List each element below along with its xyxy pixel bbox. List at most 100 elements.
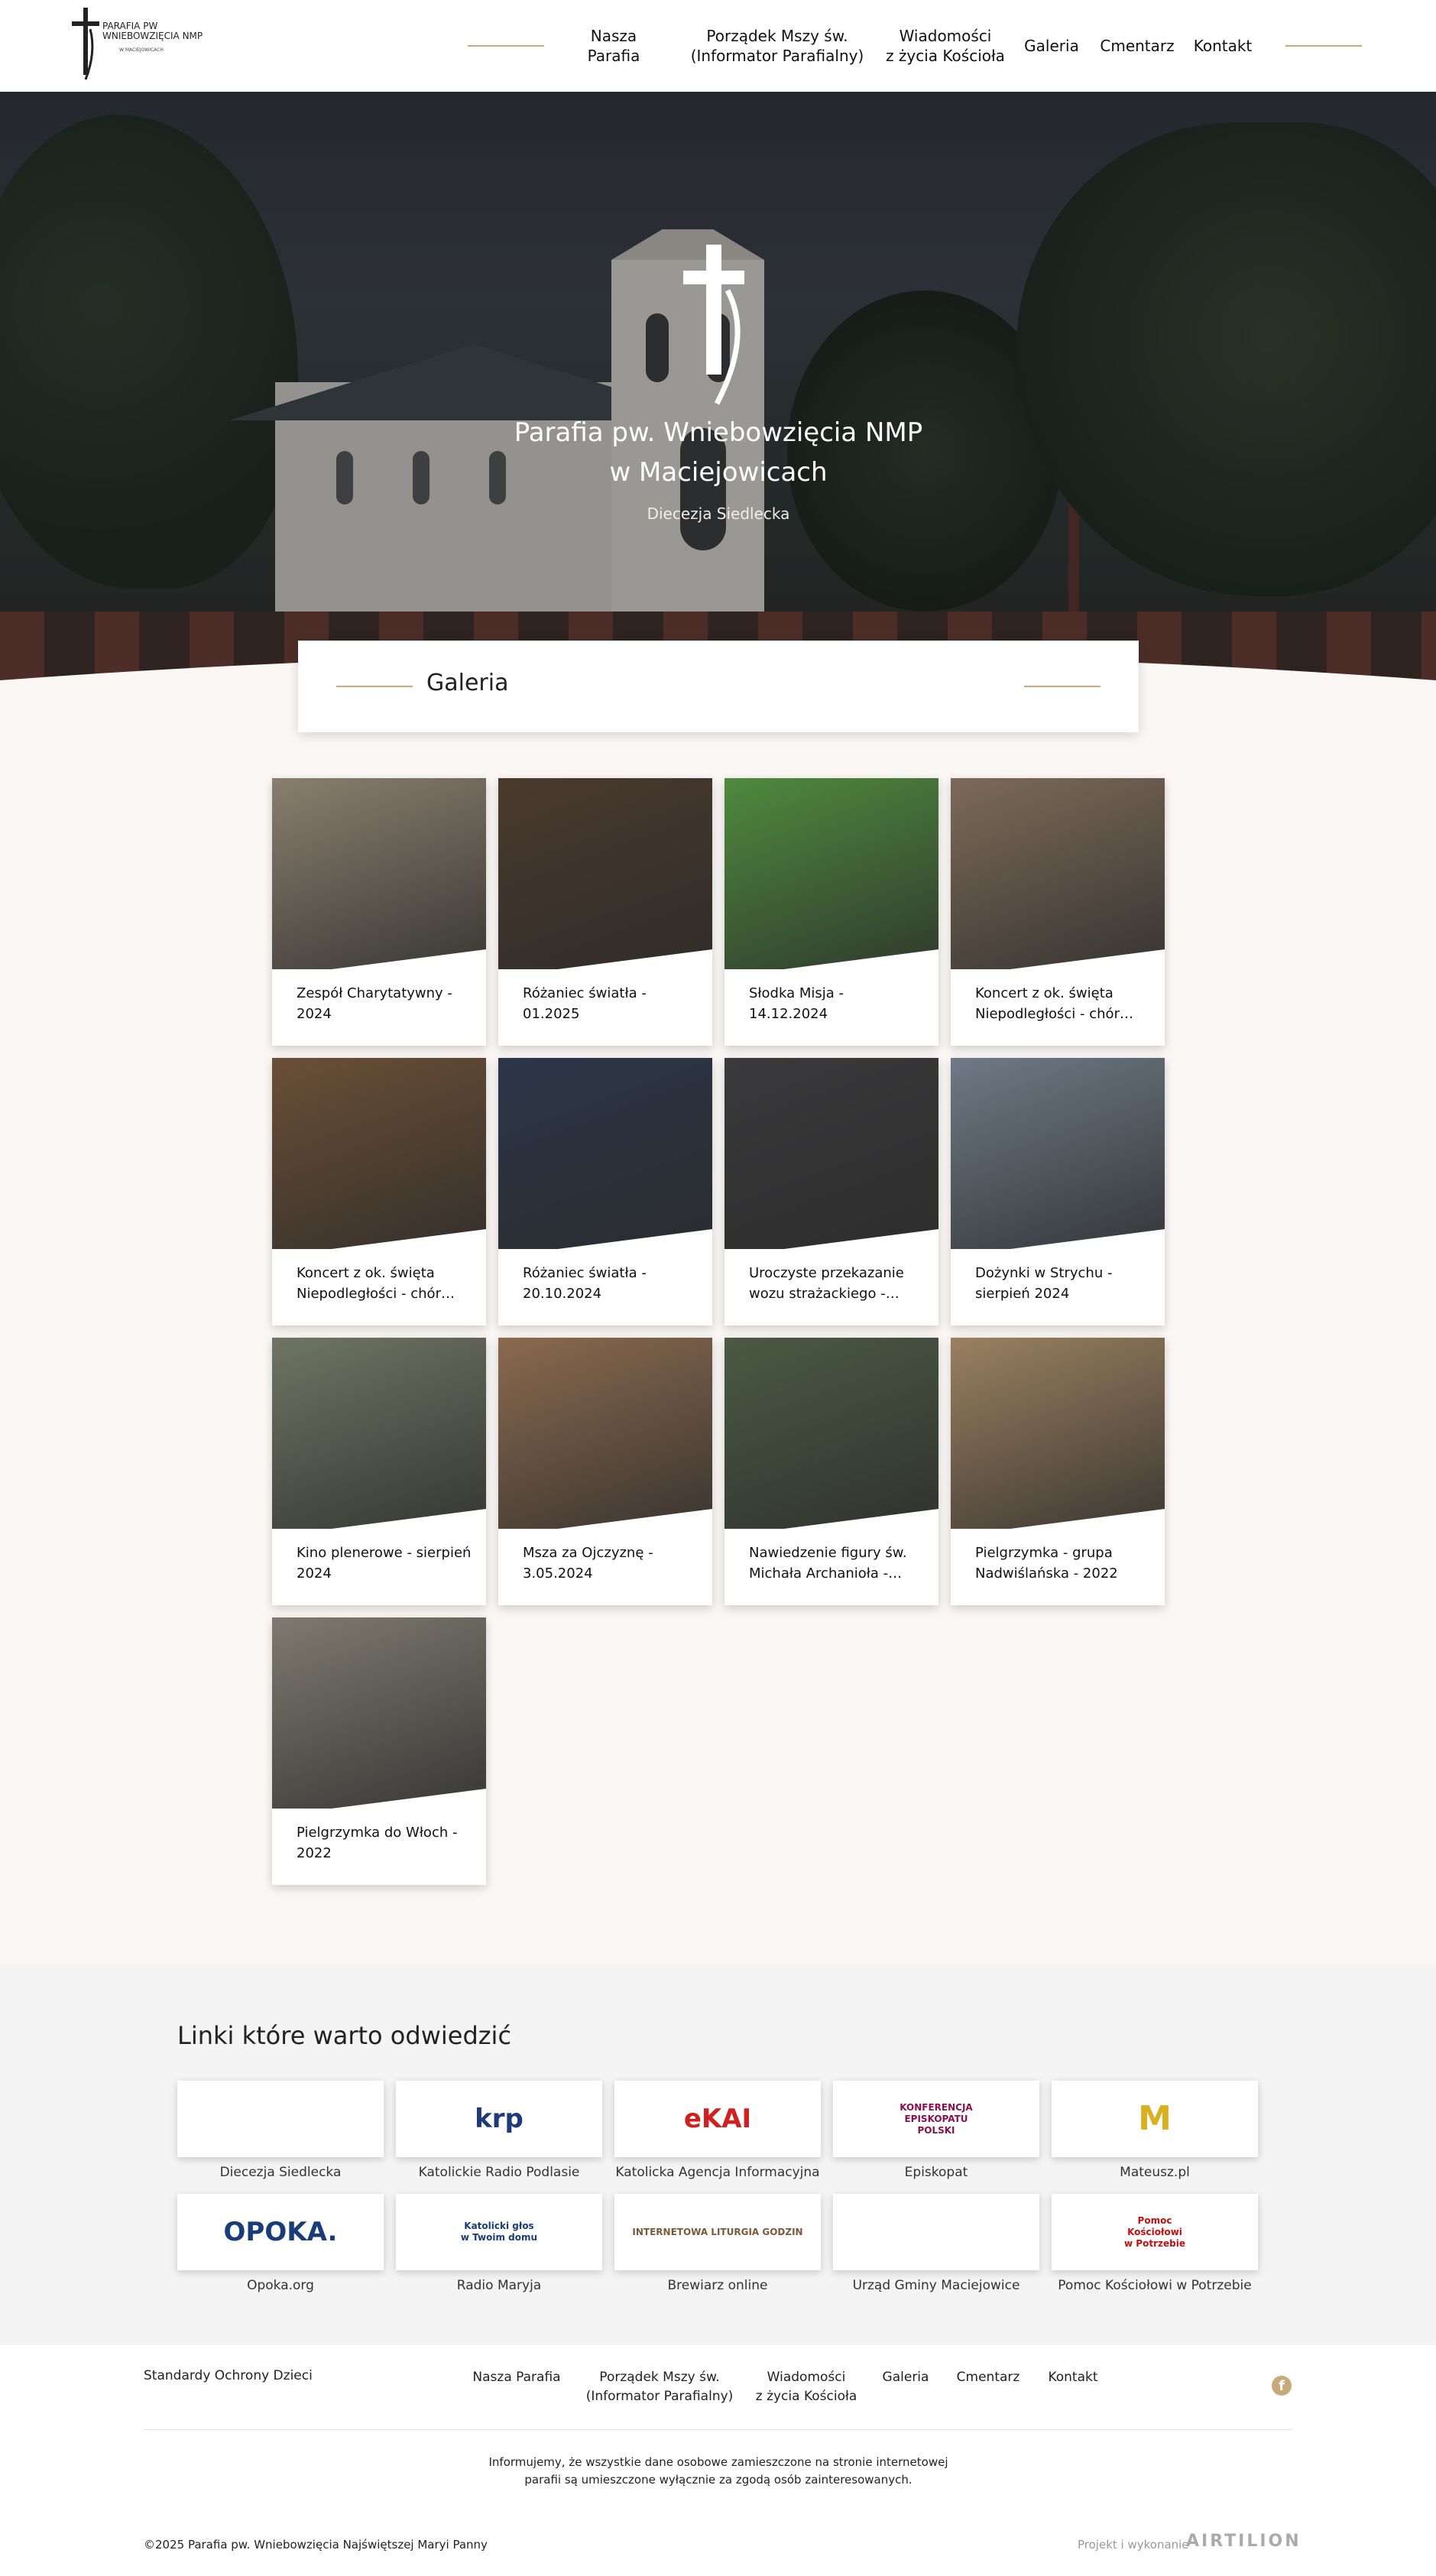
link-tile[interactable]: Pomoc Kościołowi w Potrzebie: [1052, 2194, 1258, 2270]
footer-nav-kontakt[interactable]: Kontakt: [1042, 2368, 1104, 2387]
card-slant: [498, 1229, 712, 1257]
gallery-thumbnail[interactable]: [272, 778, 486, 969]
footer-copyright: ©2025 Parafia pw. Wniebowzięcia Najświęt…: [144, 2538, 488, 2552]
gallery-thumbnail[interactable]: [724, 1338, 938, 1529]
link-label[interactable]: Katolicka Agencja Informacyjna: [614, 2165, 821, 2180]
gallery-thumbnail[interactable]: [272, 1617, 486, 1809]
footer-divider: [144, 2429, 1292, 2430]
footer-privacy-info: Informujemy, że wszystkie dane osobowe z…: [488, 2455, 948, 2487]
link-tile[interactable]: M: [1052, 2081, 1258, 2157]
nav-item-kontakt[interactable]: Kontakt: [1191, 0, 1255, 92]
gallery-card-title: Kino plenerowe - sierpień 2024: [297, 1545, 472, 1582]
facebook-icon[interactable]: f: [1272, 2376, 1292, 2396]
gallery-thumbnail[interactable]: [498, 778, 712, 969]
cross-logo-icon: [72, 8, 99, 80]
gallery-card[interactable]: Msza za Ojczyznę - 3.05.2024: [498, 1338, 712, 1605]
nav-item-nasza-parafia[interactable]: Nasza Parafia: [564, 0, 663, 92]
link-tile[interactable]: OPOKA.: [177, 2194, 384, 2270]
gallery-thumbnail[interactable]: [272, 1058, 486, 1249]
link-tile[interactable]: KONFERENCJA EPISKOPATU POLSKI: [833, 2081, 1039, 2157]
card-slant: [951, 949, 1165, 977]
footer-project-label: Projekt i wykonanie: [1078, 2538, 1189, 2552]
card-slant: [724, 1509, 938, 1536]
footer-nav-cmentarz[interactable]: Cmentarz: [954, 2368, 1023, 2387]
gallery-thumbnail[interactable]: [498, 1058, 712, 1249]
useful-links-section: Linki które warto odwiedzić Diecezja Sie…: [0, 1964, 1436, 2345]
link-label[interactable]: Pomoc Kościołowi w Potrzebie: [1052, 2278, 1258, 2293]
card-slant: [272, 949, 486, 977]
gallery-thumbnail[interactable]: [498, 1338, 712, 1529]
link-logo: krp: [475, 2104, 524, 2134]
gallery-card[interactable]: Zespół Charytatywny - 2024: [272, 778, 486, 1046]
link-label[interactable]: Mateusz.pl: [1052, 2165, 1258, 2180]
link-tile[interactable]: [177, 2081, 384, 2157]
link-tile[interactable]: krp: [396, 2081, 602, 2157]
gallery-card-title: Różaniec światła - 20.10.2024: [523, 1265, 647, 1302]
hero-subtitle: Diecezja Siedlecka: [647, 504, 790, 523]
nav-decor-line: [468, 45, 544, 47]
link-tile[interactable]: INTERNETOWA LITURGIA GODZIN: [614, 2194, 821, 2270]
hero-title: Parafia pw. Wniebowzięcia NMP w Maciejow…: [514, 417, 923, 488]
gallery-card-title: Różaniec światła - 01.2025: [523, 985, 647, 1022]
main-nav: Nasza Parafia Porządek Mszy św. (Informa…: [468, 0, 1362, 92]
footer-nav-porzadek-mszy[interactable]: Porządek Mszy św. (Informator Parafialny…: [581, 2368, 738, 2406]
gallery-card[interactable]: Różaniec światła - 20.10.2024: [498, 1058, 712, 1325]
link-logo: Katolicki głos w Twoim domu: [460, 2221, 538, 2243]
gallery-card[interactable]: Uroczyste przekazanie wozu strażackiego …: [724, 1058, 938, 1325]
link-label[interactable]: Brewiarz online: [614, 2278, 821, 2293]
nav-item-wiadomosci[interactable]: Wiadomości z życia Kościoła: [880, 0, 1010, 92]
gallery-card[interactable]: Nawiedzenie figury św. Michała Archanioł…: [724, 1338, 938, 1605]
nav-item-galeria[interactable]: Galeria: [1019, 0, 1084, 92]
link-label[interactable]: Radio Maryja: [396, 2278, 602, 2293]
gallery-card[interactable]: Koncert z ok. święta Niepodległości - ch…: [951, 778, 1165, 1046]
link-label[interactable]: Diecezja Siedlecka: [177, 2165, 384, 2180]
gallery-thumbnail[interactable]: [951, 1058, 1165, 1249]
gallery-card-title: Pielgrzymka do Włoch - 2022: [297, 1825, 458, 1861]
nav-item-cmentarz[interactable]: Cmentarz: [1099, 0, 1175, 92]
cross-emblem-icon: [683, 245, 744, 405]
gallery-thumbnail[interactable]: [272, 1338, 486, 1529]
card-slant: [724, 1229, 938, 1257]
link-label[interactable]: Katolickie Radio Podlasie: [396, 2165, 602, 2180]
gallery-card-title: Nawiedzenie figury św. Michała Archanioł…: [749, 1545, 907, 1582]
gallery-card-title: Koncert z ok. święta Niepodległości - ch…: [297, 1265, 455, 1302]
link-label[interactable]: Episkopat: [833, 2165, 1039, 2180]
gallery-card-title: Uroczyste przekazanie wozu strażackiego …: [749, 1265, 904, 1302]
card-slant: [951, 1229, 1165, 1257]
gallery-thumbnail[interactable]: [724, 778, 938, 969]
gallery-thumbnail[interactable]: [951, 1338, 1165, 1529]
gallery-card[interactable]: Kino plenerowe - sierpień 2024: [272, 1338, 486, 1605]
gallery-card[interactable]: Słodka Misja - 14.12.2024: [724, 778, 938, 1046]
card-slant: [724, 949, 938, 977]
gallery-card[interactable]: Różaniec światła - 01.2025: [498, 778, 712, 1046]
section-title: Galeria: [426, 670, 509, 696]
gallery-card[interactable]: Koncert z ok. święta Niepodległości - ch…: [272, 1058, 486, 1325]
gallery-card[interactable]: Dożynki w Strychu - sierpień 2024: [951, 1058, 1165, 1325]
footer-nav-nasza-parafia[interactable]: Nasza Parafia: [472, 2368, 561, 2387]
card-slant: [272, 1509, 486, 1536]
link-tile[interactable]: [833, 2194, 1039, 2270]
gallery-thumbnail[interactable]: [724, 1058, 938, 1249]
nav-item-porzadek-mszy[interactable]: Porządek Mszy św. (Informator Parafialny…: [689, 0, 865, 92]
footer-agency-logo[interactable]: AIRTILION: [1186, 2532, 1301, 2551]
link-label[interactable]: Opoka.org: [177, 2278, 384, 2293]
link-logo: OPOKA.: [223, 2217, 338, 2247]
logo-subtext: W MACIEJOWICACH: [119, 47, 164, 53]
site-logo[interactable]: PARAFIA PW WNIEBOWZIĘCIA NMP W MACIEJOWI…: [70, 6, 216, 83]
link-tile[interactable]: eKAI: [614, 2081, 821, 2157]
footer-nav-galeria[interactable]: Galeria: [879, 2368, 932, 2387]
gallery-card[interactable]: Pielgrzymka do Włoch - 2022: [272, 1617, 486, 1885]
footer-standards-link[interactable]: Standardy Ochrony Dzieci: [144, 2368, 313, 2383]
site-footer: Standardy Ochrony Dzieci Nasza Parafia P…: [0, 2345, 1436, 2576]
gallery-thumbnail[interactable]: [951, 778, 1165, 969]
gallery-card[interactable]: Pielgrzymka - grupa Nadwiślańska - 2022: [951, 1338, 1165, 1605]
footer-nav-wiadomosci[interactable]: Wiadomości z życia Kościoła: [749, 2368, 864, 2406]
gallery-card-title: Msza za Ojczyznę - 3.05.2024: [523, 1545, 653, 1582]
card-slant: [498, 1509, 712, 1536]
link-label[interactable]: Urząd Gminy Maciejowice: [833, 2278, 1039, 2293]
gallery-card-title: Słodka Misja - 14.12.2024: [749, 985, 844, 1022]
section-decor-line: [1024, 686, 1101, 687]
link-tile[interactable]: Katolicki głos w Twoim domu: [396, 2194, 602, 2270]
logo-text: PARAFIA PW WNIEBOWZIĘCIA NMP: [102, 21, 203, 41]
card-slant: [272, 1229, 486, 1257]
